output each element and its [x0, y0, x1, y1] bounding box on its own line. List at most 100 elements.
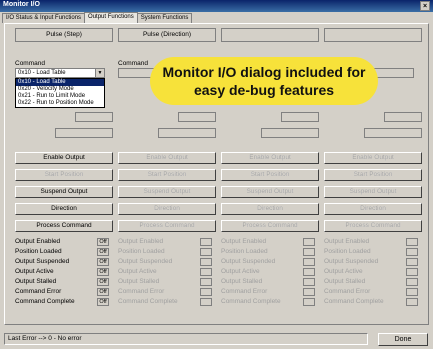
tab-system-functions[interactable]: System Functions	[136, 13, 193, 23]
button-label: Direction	[360, 205, 386, 212]
button-enable-output: Enable Output	[118, 152, 216, 164]
button-process-command: Process Command	[324, 220, 422, 232]
status-indicator	[200, 238, 212, 246]
status-label: Output Stalled	[15, 278, 57, 285]
button-enable-output: Enable Output	[221, 152, 319, 164]
button-process-command: Process Command	[221, 220, 319, 232]
status-indicator: Off	[97, 288, 109, 296]
button-label: Start Position	[147, 171, 187, 178]
button-process-command[interactable]: Process Command	[15, 220, 113, 232]
button-start-position: Start Position	[15, 169, 113, 181]
button-label: Suspend Output	[143, 188, 191, 195]
param-field[interactable]	[55, 128, 113, 138]
tab-io-status[interactable]: I/O Status & Input Functions	[2, 13, 86, 23]
button-label: Enable Output	[352, 154, 394, 161]
status-label: Output Suspended	[324, 258, 379, 265]
status-label: Command Complete	[118, 298, 178, 305]
status-indicator	[406, 298, 418, 306]
column-header: Pulse (Direction)	[118, 28, 216, 42]
status-indicator	[200, 268, 212, 276]
column-header	[221, 28, 319, 42]
status-label: Position Loaded	[324, 248, 371, 255]
param-field[interactable]	[75, 112, 113, 122]
status-bar: Last Error --> 0 - No error	[4, 333, 368, 345]
status-label: Output Enabled	[118, 238, 164, 245]
param-field	[384, 112, 422, 122]
status-label: Command Error	[118, 288, 165, 295]
status-indicator	[303, 248, 315, 256]
callout-banner: Monitor I/O dialog included for easy de-…	[150, 57, 378, 105]
window-title: Monitor I/O	[3, 1, 40, 8]
column-header	[324, 28, 422, 42]
button-label: Direction	[257, 205, 283, 212]
status-indicator	[303, 238, 315, 246]
button-process-command: Process Command	[118, 220, 216, 232]
button-label: Direction	[51, 205, 77, 212]
status-label: Output Active	[118, 268, 157, 275]
status-label: Output Active	[15, 268, 54, 275]
status-indicator: Off	[97, 238, 109, 246]
button-label: Start Position	[250, 171, 290, 178]
button-suspend-output[interactable]: Suspend Output	[15, 186, 113, 198]
title-bar: Monitor I/O ×	[0, 0, 433, 12]
status-label: Output Suspended	[15, 258, 70, 265]
status-label: Output Stalled	[324, 278, 366, 285]
status-indicator: Off	[97, 248, 109, 256]
status-label: Command Error	[221, 288, 268, 295]
button-label: Process Command	[139, 222, 195, 229]
command-label: Command	[118, 60, 148, 67]
param-field	[364, 128, 422, 138]
param-field	[281, 112, 319, 122]
command-select[interactable]: 0x10 - Load Table ▼	[15, 68, 105, 78]
status-label: Command Complete	[221, 298, 281, 305]
status-label: Output Enabled	[221, 238, 267, 245]
status-label: Position Loaded	[15, 248, 62, 255]
dropdown-option[interactable]: 0x10 - Load Table	[16, 79, 104, 86]
close-button[interactable]: ×	[420, 1, 430, 11]
button-label: Suspend Output	[246, 188, 294, 195]
status-label: Output Enabled	[324, 238, 370, 245]
command-dropdown-list[interactable]: 0x10 - Load Table 0x20 - Velocity Mode 0x2…	[15, 78, 105, 108]
param-field	[158, 128, 216, 138]
button-direction[interactable]: Direction	[15, 203, 113, 215]
status-indicator	[406, 258, 418, 266]
status-indicator	[406, 238, 418, 246]
button-label: Suspend Output	[349, 188, 397, 195]
status-indicator	[200, 248, 212, 256]
button-direction: Direction	[221, 203, 319, 215]
status-indicator: Off	[97, 268, 109, 276]
button-start-position: Start Position	[221, 169, 319, 181]
status-indicator: Off	[97, 258, 109, 266]
status-label: Position Loaded	[221, 248, 268, 255]
status-label: Output Stalled	[118, 278, 160, 285]
button-enable-output: Enable Output	[324, 152, 422, 164]
status-label: Command Error	[15, 288, 62, 295]
chevron-down-icon[interactable]: ▼	[95, 69, 104, 77]
button-enable-output[interactable]: Enable Output	[15, 152, 113, 164]
param-field	[178, 112, 216, 122]
tab-output-functions[interactable]: Output Functions	[84, 12, 138, 23]
status-label: Command Complete	[324, 298, 384, 305]
dropdown-option[interactable]: 0x20 - Velocity Mode	[16, 86, 104, 93]
status-indicator	[406, 268, 418, 276]
dropdown-option[interactable]: 0x22 - Run to Position Mode	[16, 100, 104, 107]
status-indicator	[303, 278, 315, 286]
tab-strip: I/O Status & Input Functions Output Func…	[2, 12, 193, 23]
status-indicator	[200, 288, 212, 296]
button-suspend-output: Suspend Output	[221, 186, 319, 198]
status-label: Position Loaded	[118, 248, 165, 255]
button-suspend-output: Suspend Output	[324, 186, 422, 198]
command-label: Command	[15, 60, 45, 67]
status-indicator: Off	[97, 298, 109, 306]
command-select-value: 0x10 - Load Table	[18, 70, 66, 76]
button-direction: Direction	[118, 203, 216, 215]
status-label: Output Suspended	[221, 258, 276, 265]
button-label: Suspend Output	[40, 188, 88, 195]
status-label: Output Active	[221, 268, 260, 275]
done-button[interactable]: Done	[378, 333, 428, 346]
status-indicator	[200, 278, 212, 286]
status-indicator	[303, 268, 315, 276]
button-label: Enable Output	[249, 154, 291, 161]
dropdown-option[interactable]: 0x21 - Run to Limit Mode	[16, 93, 104, 100]
status-indicator	[406, 278, 418, 286]
